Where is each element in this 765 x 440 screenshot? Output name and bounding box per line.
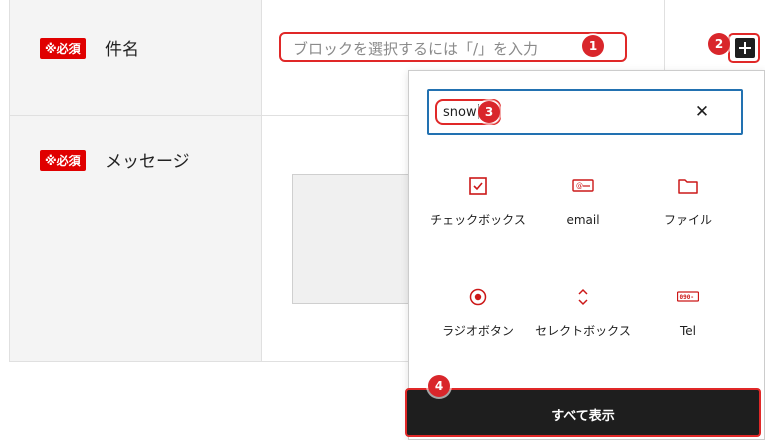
block-item-select[interactable]: セレクトボックス (533, 286, 633, 361)
required-badge: ※必須 (40, 150, 86, 171)
plus-icon (735, 38, 755, 58)
label-cell: ※必須 メッセージ (10, 116, 262, 361)
block-label: ラジオボタン (442, 324, 514, 338)
tel-icon: 090- (677, 291, 699, 302)
email-icon: @ (572, 179, 594, 192)
required-badge: ※必須 (40, 38, 86, 59)
show-all-label: すべて表示 (551, 409, 615, 424)
block-item-email[interactable]: @ email (533, 175, 633, 235)
add-block-button[interactable] (728, 33, 760, 63)
checkbox-icon (469, 177, 487, 195)
block-item-file[interactable]: ファイル (638, 175, 738, 235)
close-icon[interactable]: ✕ (693, 102, 711, 122)
block-search-input[interactable]: snow ✕ (427, 89, 743, 135)
radio-icon (469, 288, 487, 306)
block-item-tel[interactable]: 090- Tel (638, 286, 738, 346)
step-marker-4: 4 (428, 375, 450, 397)
step-marker-2: 2 (708, 33, 730, 55)
block-label: email (566, 213, 600, 227)
select-icon (578, 288, 588, 306)
step-marker-1: 1 (582, 35, 604, 57)
block-label: チェックボックス (430, 213, 526, 227)
svg-text:@: @ (576, 182, 583, 190)
svg-text:090-: 090- (680, 294, 694, 301)
field-label-message: メッセージ (105, 152, 190, 172)
block-item-checkbox[interactable]: チェックボックス (428, 175, 528, 245)
block-label: ファイル (663, 213, 712, 227)
message-textarea[interactable] (292, 174, 422, 304)
label-cell: ※必須 件名 (10, 0, 262, 115)
folder-icon (678, 179, 698, 194)
block-inserter-popover: snow ✕ チェックボックス @ email ファイル ラジオボタン セレクト… (408, 70, 765, 440)
search-value: snow (443, 104, 479, 120)
subject-placeholder: ブロックを選択するには「/」を入力 (293, 40, 539, 58)
block-item-radio[interactable]: ラジオボタン (428, 286, 528, 346)
step-marker-3: 3 (478, 101, 500, 123)
subject-input[interactable]: ブロックを選択するには「/」を入力 (279, 32, 627, 62)
show-all-button[interactable]: すべて表示 (405, 388, 761, 437)
block-label: Tel (679, 324, 696, 338)
field-label-subject: 件名 (105, 40, 139, 60)
block-label: セレクトボックス (535, 324, 631, 338)
